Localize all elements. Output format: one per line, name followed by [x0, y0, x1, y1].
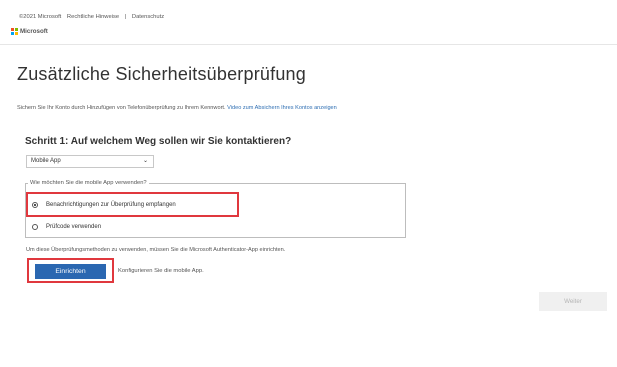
top-bar: ©2021 Microsoft Rechtliche Hinweise | Da… — [0, 0, 617, 45]
page-title: Zusätzliche Sicherheitsüberprüfung — [17, 64, 306, 84]
microsoft-logo-icon — [11, 28, 18, 35]
chevron-down-icon: ⌄ — [142, 158, 148, 164]
link-separator: | — [124, 14, 127, 20]
setup-info-text: Um diese Überprüfungsmethoden zu verwend… — [26, 247, 286, 253]
legal-link[interactable]: Rechtliche Hinweise — [67, 14, 119, 20]
app-usage-legend: Wie möchten Sie die mobile App verwenden… — [30, 180, 147, 186]
radio-verification-code[interactable] — [32, 224, 38, 230]
microsoft-logo: Microsoft — [11, 27, 48, 36]
description-text: Sichern Sie Ihr Konto durch Hinzufügen v… — [17, 105, 226, 111]
privacy-link[interactable]: Datenschutz — [132, 14, 164, 20]
copyright-text: ©2021 Microsoft — [19, 14, 62, 20]
page-description: Sichern Sie Ihr Konto durch Hinzufügen v… — [17, 105, 337, 111]
highlight-box-notifications — [26, 192, 239, 217]
video-link[interactable]: Video zum Absichern Ihres Kontos anzeige… — [227, 105, 337, 111]
step-heading: Schritt 1: Auf welchem Weg sollen wir Si… — [25, 136, 292, 147]
setup-button[interactable]: Einrichten — [35, 264, 106, 279]
contact-method-select[interactable]: Mobile App ⌄ — [26, 155, 154, 168]
configure-text: Konfigurieren Sie die mobile App. — [118, 268, 204, 274]
footer-links: ©2021 Microsoft Rechtliche Hinweise | Da… — [19, 14, 168, 20]
next-button[interactable]: Weiter — [539, 292, 607, 311]
logo-text: Microsoft — [20, 28, 48, 35]
option-verification-code[interactable]: Prüfcode verwenden — [32, 224, 101, 230]
option-code-label: Prüfcode verwenden — [46, 224, 102, 230]
select-value: Mobile App — [31, 158, 61, 164]
